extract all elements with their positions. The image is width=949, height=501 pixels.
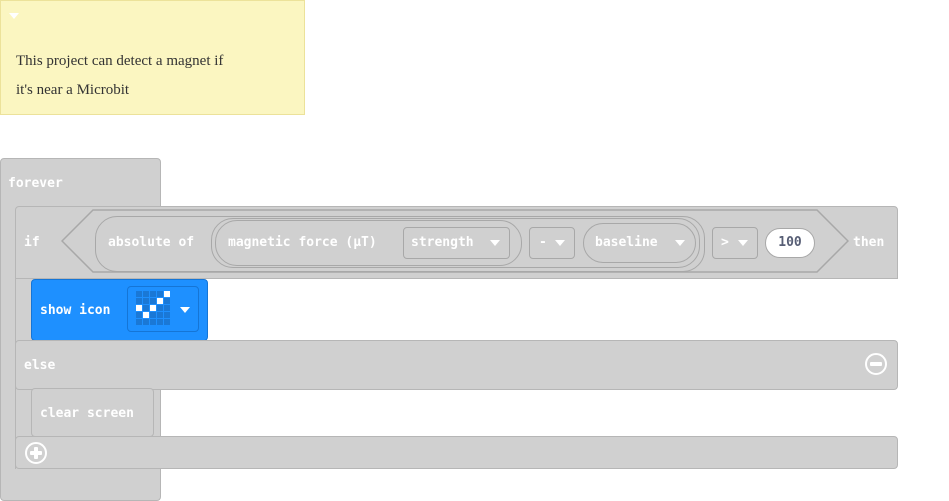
chevron-down-icon	[180, 307, 190, 313]
else-label: else	[24, 358, 56, 373]
operator-dropdown-label: -	[539, 235, 547, 250]
chevron-down-icon	[738, 240, 748, 246]
led-off[interactable]	[164, 298, 170, 304]
led-off[interactable]	[143, 319, 149, 325]
led-off[interactable]	[143, 291, 149, 297]
led-off[interactable]	[136, 312, 142, 318]
led-off[interactable]	[136, 298, 142, 304]
comment-note[interactable]: This project can detect a magnet if it's…	[0, 0, 305, 115]
led-on[interactable]	[150, 305, 156, 311]
then-label: then	[853, 235, 885, 250]
baseline-variable[interactable]: baseline	[583, 223, 696, 263]
led-off[interactable]	[143, 298, 149, 304]
threshold-input[interactable]: 100	[765, 228, 815, 258]
led-off[interactable]	[157, 291, 163, 297]
led-off[interactable]	[164, 305, 170, 311]
show-icon-label: show icon	[40, 303, 111, 318]
led-off[interactable]	[157, 312, 163, 318]
if-label: if	[24, 235, 40, 250]
led-off[interactable]	[150, 319, 156, 325]
clear-screen-label: clear screen	[40, 406, 134, 421]
led-off[interactable]	[136, 319, 142, 325]
comment-line-1: This project can detect a magnet if	[16, 53, 224, 69]
led-on[interactable]	[157, 298, 163, 304]
operator-dropdown[interactable]: -	[529, 227, 575, 259]
led-off[interactable]	[157, 305, 163, 311]
compare-dropdown-label: >	[721, 235, 729, 250]
axis-dropdown-label: strength	[411, 235, 474, 250]
chevron-down-icon	[490, 240, 500, 246]
if-block-footer[interactable]	[15, 436, 898, 469]
led-off[interactable]	[150, 312, 156, 318]
led-off[interactable]	[136, 291, 142, 297]
compare-dropdown[interactable]: >	[712, 227, 758, 259]
led-on[interactable]	[164, 291, 170, 297]
led-on[interactable]	[143, 312, 149, 318]
axis-dropdown[interactable]: strength	[403, 227, 510, 259]
led-off[interactable]	[164, 312, 170, 318]
add-branch-icon[interactable]	[25, 442, 47, 464]
led-off[interactable]	[164, 319, 170, 325]
led-icon-grid[interactable]	[136, 291, 172, 327]
chevron-down-icon	[555, 240, 565, 246]
led-off[interactable]	[150, 291, 156, 297]
led-on[interactable]	[136, 305, 142, 311]
led-off[interactable]	[157, 319, 163, 325]
comment-text[interactable]: This project can detect a magnet if it's…	[16, 47, 296, 105]
remove-else-icon[interactable]	[865, 353, 887, 375]
absolute-of-label: absolute of	[108, 235, 195, 250]
comment-line-2: it's near a Microbit	[16, 82, 130, 98]
else-section[interactable]	[15, 340, 898, 390]
led-off[interactable]	[150, 298, 156, 304]
forever-label: forever	[8, 176, 63, 191]
chevron-down-icon	[675, 240, 685, 246]
baseline-label: baseline	[595, 235, 658, 250]
led-off[interactable]	[143, 305, 149, 311]
magnetic-force-label: magnetic force (µT)	[228, 235, 377, 250]
collapse-note-icon[interactable]	[9, 13, 19, 19]
